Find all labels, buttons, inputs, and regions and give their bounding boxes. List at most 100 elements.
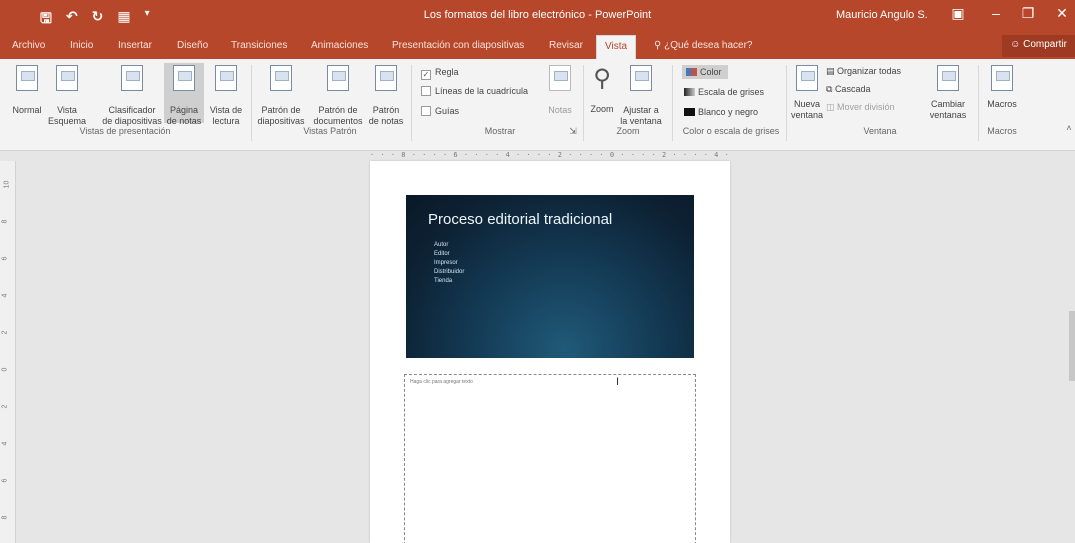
- vertical-scrollbar[interactable]: [1069, 151, 1075, 543]
- normal-view-button[interactable]: Normal: [8, 65, 46, 123]
- collapse-ribbon-icon[interactable]: ˄: [1064, 123, 1074, 133]
- gridlines-checkbox[interactable]: Líneas de la cuadrícula: [421, 86, 528, 96]
- handout-master-icon: [327, 65, 349, 91]
- notes-toggle-button[interactable]: Notas: [546, 65, 574, 123]
- ruler-checkbox[interactable]: ✓ Regla: [421, 67, 459, 80]
- ruler-mark: 2: [1, 330, 9, 335]
- grayscale-swatch-icon: [684, 88, 695, 96]
- handout-master-button[interactable]: Patrón de documentos: [312, 65, 364, 126]
- text-cursor-icon: I: [616, 376, 620, 388]
- slide-bullet: Autor: [434, 242, 449, 248]
- outline-view-button[interactable]: Vista Esquema: [48, 65, 86, 126]
- outline-view-icon: [56, 65, 78, 91]
- outline-label-1: Vista: [57, 105, 77, 115]
- tab-insertar[interactable]: Insertar: [118, 40, 152, 51]
- normal-label: Normal: [12, 105, 42, 115]
- horizontal-ruler: · · · 8 · · · · 6 · · · · 4 · · · · 2 · …: [370, 151, 730, 159]
- cascade-button[interactable]: ⧉ Cascada: [826, 84, 870, 95]
- reading-view-button[interactable]: Vista de lectura: [206, 65, 246, 126]
- guides-label: Guías: [435, 106, 460, 116]
- tab-animaciones[interactable]: Animaciones: [311, 40, 368, 51]
- gridlines-label: Líneas de la cuadrícula: [435, 86, 529, 96]
- slide-master-icon: [270, 65, 292, 91]
- group-separator: [978, 65, 979, 141]
- color-button[interactable]: Color: [682, 65, 728, 79]
- ruler-mark: 10: [3, 180, 11, 189]
- slide-bullet: Tienda: [434, 278, 453, 284]
- vertical-ruler: 10 8 6 4 2 0 2 4 6 8: [0, 161, 16, 543]
- reading-label-2: lectura: [212, 116, 240, 126]
- notes-master-button[interactable]: Patrón de notas: [366, 65, 406, 126]
- fit-to-window-button[interactable]: Ajustar a la ventana: [618, 65, 664, 126]
- close-icon[interactable]: ✕: [1052, 5, 1072, 22]
- macros-button[interactable]: Macros: [984, 65, 1020, 123]
- ruler-mark: 0: [1, 367, 9, 372]
- share-button[interactable]: ☺ Compartir: [1002, 35, 1075, 57]
- arrange-all-icon: ▤: [826, 66, 838, 76]
- reading-label-1: Vista de: [209, 105, 243, 115]
- checkbox-icon: [421, 86, 431, 96]
- share-label: Compartir: [1023, 39, 1067, 50]
- ribbon-display-options-icon[interactable]: ▣: [948, 5, 968, 22]
- sorter-label-1: Clasificador: [108, 105, 156, 115]
- new-window-label-1: Nueva: [793, 99, 820, 109]
- new-window-icon: [796, 65, 818, 91]
- cascade-label: Cascada: [834, 84, 871, 94]
- grayscale-label: Escala de grises: [698, 87, 765, 97]
- slide-bullet: Impresor: [434, 260, 458, 266]
- ribbon-tabs: Archivo Inicio Insertar Diseño Transicio…: [0, 33, 1075, 62]
- ribbon-vista: Normal Vista Esquema Clasificador de dia…: [0, 59, 1075, 151]
- bw-swatch-icon: [684, 108, 695, 116]
- tab-vista[interactable]: Vista: [596, 35, 637, 62]
- group-label-show: Mostrar: [484, 126, 516, 136]
- ruler-mark: 6: [1, 478, 9, 483]
- notes-icon: [549, 65, 571, 91]
- tab-transiciones[interactable]: Transiciones: [231, 40, 287, 51]
- guides-checkbox[interactable]: Guías: [421, 106, 459, 116]
- tab-inicio[interactable]: Inicio: [70, 40, 93, 51]
- switch-windows-label-2: ventanas: [929, 110, 967, 120]
- tab-revisar[interactable]: Revisar: [549, 40, 583, 51]
- tab-archivo[interactable]: Archivo: [12, 40, 45, 51]
- slide-bullets: Autor Editor Impresor Distribuidor Tiend…: [434, 241, 464, 286]
- group-label-master-views: Vistas Patrón: [303, 126, 357, 136]
- slide-master-button[interactable]: Patrón de diapositivas: [256, 65, 306, 126]
- arrange-all-button[interactable]: ▤ Organizar todas: [826, 66, 901, 77]
- group-label-presentation-views: Vistas de presentación: [79, 126, 171, 136]
- switch-windows-button[interactable]: Cambiar ventanas: [926, 65, 970, 123]
- group-label-zoom: Zoom: [616, 126, 640, 136]
- title-bar: 🖫 ↶ ↻ ▦ ▾ Los formatos del libro electró…: [0, 0, 1075, 33]
- black-white-button[interactable]: Blanco y negro: [684, 107, 758, 117]
- slide-sorter-button[interactable]: Clasificador de diapositivas: [98, 65, 166, 126]
- new-window-button[interactable]: Nueva ventana: [790, 65, 824, 123]
- zoom-label: Zoom: [590, 104, 614, 114]
- user-name[interactable]: Mauricio Angulo S.: [836, 9, 928, 21]
- tab-presentacion[interactable]: Presentación con diapositivas: [392, 40, 524, 51]
- group-label-color: Color o escala de grises: [682, 126, 780, 136]
- person-icon: ☺: [1010, 39, 1024, 50]
- tell-me-search[interactable]: ⚲ ¿Qué desea hacer?: [654, 40, 753, 51]
- normal-view-icon: [16, 65, 38, 91]
- maximize-icon[interactable]: ❐: [1018, 5, 1038, 22]
- magnifier-icon: ⚲: [593, 65, 611, 92]
- grayscale-button[interactable]: Escala de grises: [684, 87, 764, 97]
- checkmark-icon: ✓: [421, 70, 431, 80]
- ruler-mark: 8: [1, 515, 9, 520]
- group-label-window: Ventana: [863, 126, 897, 136]
- checkbox-icon: [421, 106, 431, 116]
- slide-bullet: Editor: [434, 251, 450, 257]
- ruler-label: Regla: [435, 67, 459, 77]
- macros-icon: [991, 65, 1013, 91]
- minimize-icon[interactable]: –: [986, 5, 1006, 21]
- fit-label-1: Ajustar a: [623, 105, 659, 115]
- dialog-launcher-icon[interactable]: ⇲: [568, 126, 578, 137]
- move-split-button[interactable]: ◫ Mover división: [826, 102, 895, 113]
- notes-page-button[interactable]: Página de notas: [164, 63, 204, 126]
- zoom-button[interactable]: ⚲ Zoom: [588, 65, 616, 123]
- tab-diseno[interactable]: Diseño: [177, 40, 208, 51]
- notes-placeholder-box[interactable]: Haga clic para agregar texto I: [404, 374, 696, 543]
- notes-label: Notas: [548, 105, 572, 115]
- slide-thumbnail[interactable]: Proceso editorial tradicional Autor Edit…: [406, 195, 694, 358]
- scrollbar-thumb[interactable]: [1069, 311, 1075, 381]
- move-split-label: Mover división: [837, 102, 895, 112]
